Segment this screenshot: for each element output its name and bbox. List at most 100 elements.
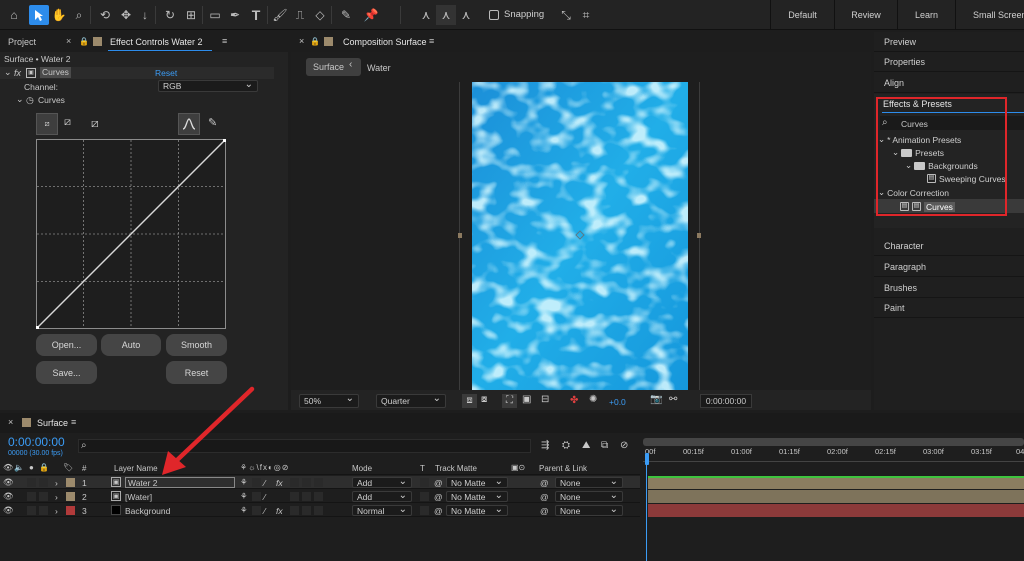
frame-blending-icon[interactable]: ⧉ <box>601 440 608 451</box>
collapse-switch[interactable] <box>252 506 261 515</box>
snapshot-camera-icon[interactable]: 📷 <box>650 394 662 405</box>
rotate-icon[interactable]: ↻ <box>160 5 180 25</box>
parent-pickwhip-icon[interactable]: @ <box>540 505 549 516</box>
channel-mode-icon[interactable]: ⧄ <box>36 113 58 135</box>
exposure-value[interactable]: +0.0 <box>609 397 626 407</box>
channel-dropdown[interactable]: RGB <box>158 79 258 92</box>
orbit-camera-icon[interactable]: ⟲ <box>95 5 115 25</box>
pan-camera-icon[interactable]: ✥ <box>116 5 136 25</box>
shy-switch-icon[interactable]: ⚘ <box>240 505 248 516</box>
transparency-grid-icon[interactable]: ⧇ <box>481 394 487 405</box>
twirl-closed-icon[interactable]: › <box>55 477 58 488</box>
parent-dropdown[interactable]: None <box>555 476 623 488</box>
preserve-transparency-toggle[interactable] <box>420 478 429 487</box>
twirl-open-icon[interactable]: ⌄ <box>16 94 24 105</box>
3d-switch[interactable] <box>314 478 323 487</box>
show-snapshot-icon[interactable]: ⚯ <box>669 394 677 405</box>
adjustment-switch[interactable] <box>302 492 311 501</box>
panel-character[interactable]: Character <box>874 236 1024 256</box>
breadcrumb-surface[interactable]: Surface <box>306 58 361 76</box>
table-row[interactable]: 👁›1▣Water 2⚘⁄fxAdd@No Matte@None <box>0 476 640 489</box>
parent-dropdown[interactable]: None <box>555 504 623 516</box>
solo-toggle[interactable] <box>27 492 36 501</box>
rectangle-icon[interactable]: ▭ <box>205 5 225 25</box>
parent-dropdown[interactable]: None <box>555 490 623 502</box>
bezier-curve-icon[interactable] <box>178 113 200 135</box>
workspace-default[interactable]: Default <box>770 0 834 30</box>
lock-toggle[interactable] <box>39 478 48 487</box>
color-management-icon[interactable]: ✺ <box>589 394 597 405</box>
local-axis-icon[interactable]: ⋏ <box>416 5 436 25</box>
track-matte-dropdown[interactable]: No Matte <box>446 490 508 502</box>
workspace-learn[interactable]: Learn <box>897 0 955 30</box>
panel-paragraph[interactable]: Paragraph <box>874 257 1024 277</box>
resolution-dropdown[interactable]: Quarter <box>376 393 446 408</box>
preserve-transparency-toggle[interactable] <box>420 492 429 501</box>
parent-pickwhip-icon[interactable]: @ <box>540 491 549 502</box>
label-color-swatch[interactable] <box>66 506 75 515</box>
comp-mini-flowchart-icon[interactable]: ⇶ <box>541 440 549 451</box>
solo-toggle[interactable] <box>27 478 36 487</box>
draft-3d-icon[interactable]: ⛭ <box>562 440 570 451</box>
reset-button[interactable]: Reset <box>166 361 227 384</box>
pan-behind-icon[interactable]: ⊞ <box>181 5 201 25</box>
eye-icon[interactable]: 👁 <box>3 477 14 488</box>
tab-effect-controls[interactable]: Effect Controls Water 2 <box>110 37 203 47</box>
graph-size-small-icon[interactable]: ⧄ <box>64 116 71 129</box>
twirl-closed-icon[interactable]: › <box>55 491 58 502</box>
shy-layers-icon[interactable]: ⛰ <box>582 440 590 451</box>
timeline-search-input[interactable] <box>78 439 531 453</box>
quality-switch-icon[interactable]: ⁄ <box>264 491 265 502</box>
selection-arrow-icon[interactable] <box>29 5 49 25</box>
parent-pickwhip-icon[interactable]: @ <box>540 477 549 488</box>
water-viewer-image[interactable] <box>472 82 688 390</box>
hand-icon[interactable]: ✋ <box>49 5 69 25</box>
motion-blur-switch[interactable] <box>290 506 299 515</box>
adjustment-switch[interactable] <box>302 478 311 487</box>
pencil-icon[interactable]: ✎ <box>208 116 217 129</box>
lock-icon[interactable]: 🔒 <box>79 37 89 46</box>
shy-switch-icon[interactable]: ⚘ <box>240 491 248 502</box>
curves-graph[interactable] <box>36 139 227 330</box>
dolly-camera-icon[interactable]: ↓ <box>135 5 155 25</box>
fx-toggle-icon[interactable]: fx <box>14 68 21 78</box>
panel-paint[interactable]: Paint <box>874 298 1024 318</box>
eye-icon[interactable]: 👁 <box>3 491 14 502</box>
snap-edge-icon[interactable]: ⤡ <box>556 5 576 25</box>
roto-brush-icon[interactable]: ✎ <box>336 5 356 25</box>
twirl-closed-icon[interactable]: › <box>55 505 58 516</box>
3d-switch[interactable] <box>314 506 323 515</box>
tab-timeline-surface[interactable]: Surface <box>37 418 68 428</box>
region-of-interest-icon[interactable]: ⧈ <box>462 394 477 408</box>
pickwhip-icon[interactable]: @ <box>434 477 443 488</box>
channel-rgb-icon[interactable]: ✤ <box>570 395 578 406</box>
lock-icon[interactable]: 🔒 <box>310 37 320 46</box>
eraser-icon[interactable]: ◇ <box>310 5 330 25</box>
label-color-swatch[interactable] <box>66 478 75 487</box>
view-options-icon[interactable]: ⊟ <box>541 394 549 405</box>
panel-align[interactable]: Align <box>874 73 1024 93</box>
zoom-icon[interactable]: ⌕ <box>69 5 89 25</box>
home-icon[interactable]: ⌂ <box>4 5 24 25</box>
comp-timecode[interactable]: 0:00:00:00 <box>700 394 752 408</box>
auto-button[interactable]: Auto <box>101 334 161 356</box>
lock-toggle[interactable] <box>39 506 48 515</box>
grid-guides-icon[interactable]: ▣ <box>522 394 531 405</box>
layer-name[interactable]: Background <box>125 505 170 516</box>
type-icon[interactable]: T <box>246 5 266 25</box>
solo-toggle[interactable] <box>27 506 36 515</box>
mode-dropdown[interactable]: Add <box>352 476 412 488</box>
fx-switch-icon[interactable]: fx <box>276 505 283 516</box>
panel-menu-icon[interactable]: ≡ <box>429 36 434 46</box>
panel-preview[interactable]: Preview <box>874 32 1024 52</box>
label-color-swatch[interactable] <box>66 492 75 501</box>
fx-switch-icon[interactable]: fx <box>276 477 283 488</box>
panel-properties[interactable]: Properties <box>874 52 1024 72</box>
magnification-dropdown[interactable]: 50% <box>299 393 359 408</box>
pen-icon[interactable]: ✒ <box>225 5 245 25</box>
workspace-review[interactable]: Review <box>834 0 897 30</box>
effect-reset-link[interactable]: Reset <box>155 68 177 78</box>
smooth-button[interactable]: Smooth <box>166 334 227 356</box>
quality-switch-icon[interactable]: ⁄ <box>264 477 265 488</box>
graph-size-large-icon[interactable]: ⧄ <box>91 116 99 131</box>
